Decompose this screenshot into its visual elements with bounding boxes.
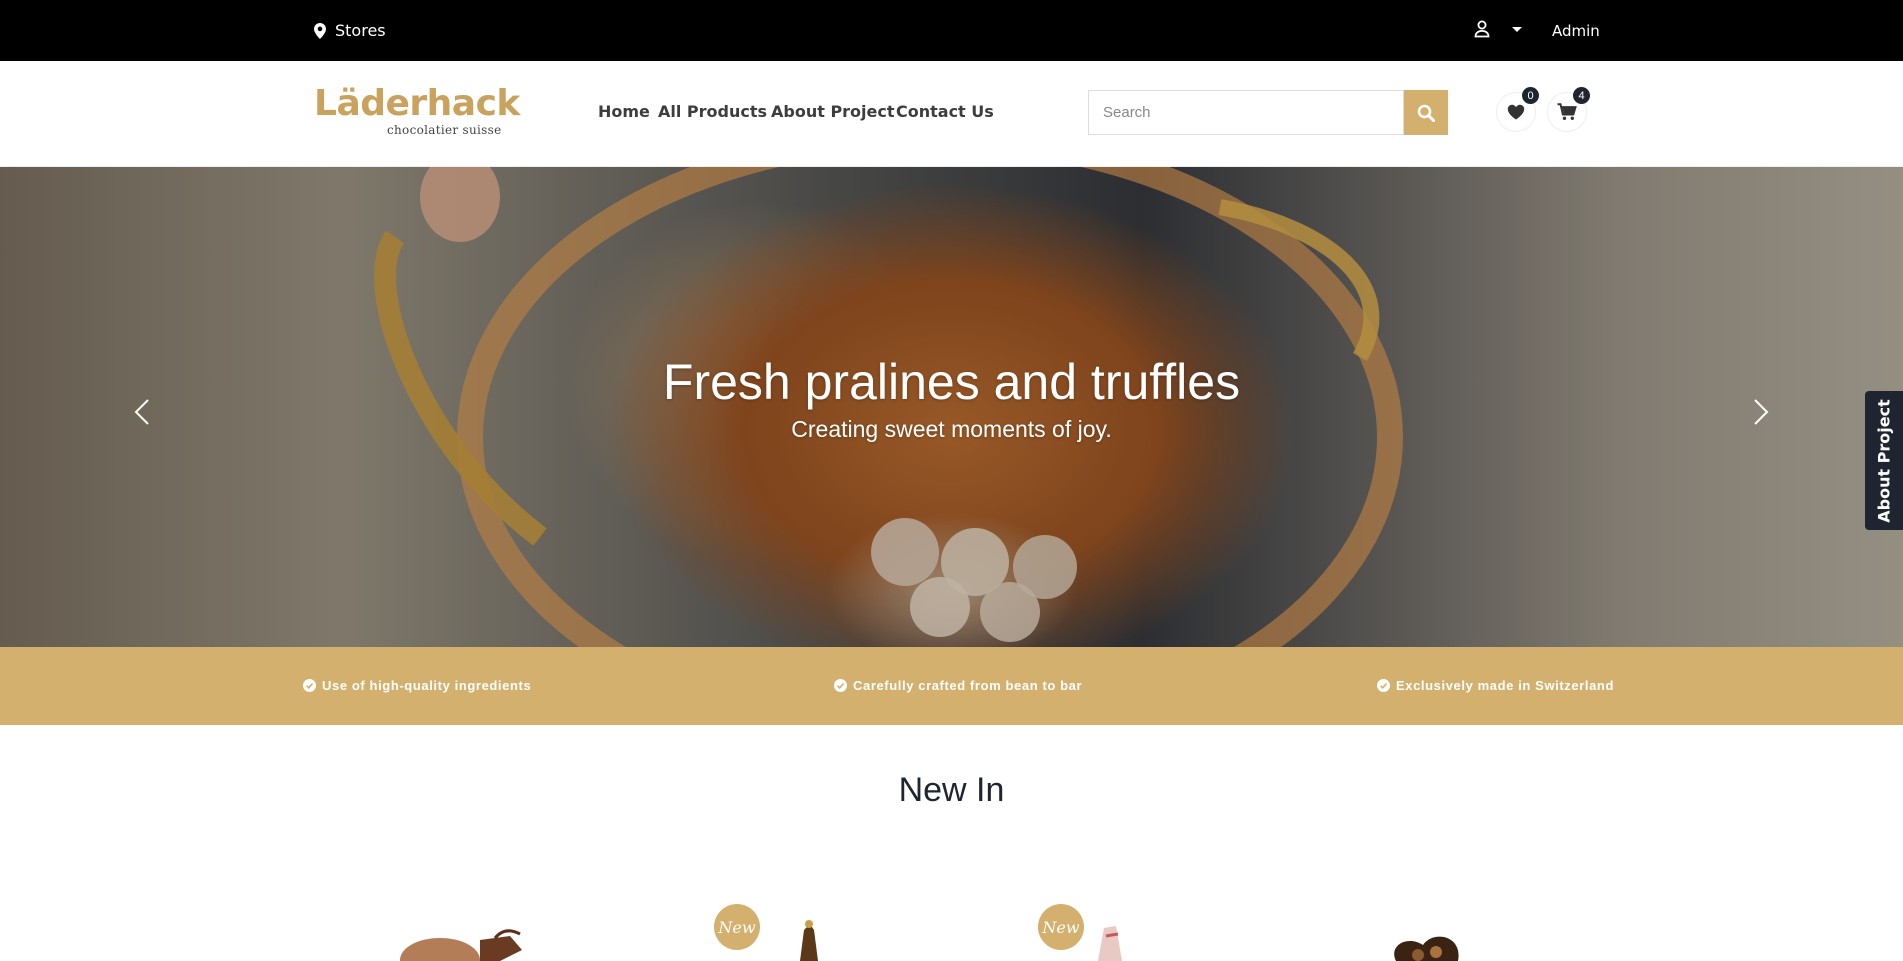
brand-logo[interactable]: Läderhack chocolatier suisse — [314, 83, 520, 138]
feature-label: Use of high-quality ingredients — [322, 678, 532, 693]
feature-item: Exclusively made in Switzerland — [1377, 678, 1614, 693]
wishlist-count-badge: 0 — [1522, 87, 1539, 104]
stores-label: Stores — [335, 21, 386, 40]
product-card[interactable] — [1378, 900, 1578, 961]
hero-subtitle: Creating sweet moments of joy. — [791, 416, 1112, 442]
search-field[interactable] — [1088, 90, 1404, 135]
cart-button[interactable]: 4 — [1547, 87, 1590, 132]
features-band: Use of high-quality ingredients Carefull… — [0, 647, 1903, 725]
logo-wordmark: Läderhack — [314, 83, 520, 124]
side-tab-label: About Project — [1874, 398, 1894, 523]
user-icon[interactable] — [1474, 20, 1490, 38]
wishlist-button[interactable]: 0 — [1496, 87, 1539, 132]
new-badge: New — [714, 904, 760, 950]
new-badge: New — [1038, 904, 1084, 950]
search-icon — [1417, 104, 1435, 122]
top-bar: Stores Admin — [0, 0, 1903, 61]
heart-icon — [1507, 104, 1525, 120]
feature-item: Carefully crafted from bean to bar — [834, 678, 1082, 693]
product-card[interactable] — [390, 900, 590, 961]
cart-icon — [1557, 103, 1577, 120]
search-input[interactable] — [1089, 91, 1403, 134]
main-header: Läderhack chocolatier suisse Home All Pr… — [0, 61, 1903, 167]
nav-all-products[interactable]: All Products — [658, 102, 767, 121]
nav-home[interactable]: Home — [598, 102, 650, 121]
product-image — [1394, 936, 1459, 961]
check-circle-icon — [834, 679, 847, 692]
map-pin-icon — [314, 22, 326, 39]
nav-contact-us[interactable]: Contact Us — [896, 102, 994, 121]
check-circle-icon — [1377, 679, 1390, 692]
nav-about-project[interactable]: About Project — [771, 102, 895, 121]
about-project-side-tab[interactable]: About Project — [1865, 391, 1903, 530]
product-image — [400, 929, 522, 961]
feature-label: Carefully crafted from bean to bar — [853, 678, 1083, 693]
chevron-right-icon[interactable] — [1745, 392, 1775, 432]
user-menu[interactable] — [1474, 20, 1522, 38]
account-name[interactable]: Admin — [1552, 22, 1600, 40]
feature-label: Exclusively made in Switzerland — [1396, 678, 1615, 693]
hero-carousel[interactable]: Fresh pralines and truffles Creating swe… — [0, 167, 1903, 647]
section-title-new-in: New In — [898, 771, 1005, 809]
feature-item: Use of high-quality ingredients — [303, 678, 531, 693]
search-button[interactable] — [1404, 90, 1448, 135]
stores-link[interactable]: Stores — [314, 21, 386, 40]
product-card[interactable]: New — [714, 900, 914, 961]
product-card[interactable]: New — [1038, 900, 1238, 961]
hero-title: Fresh pralines and truffles — [662, 354, 1241, 410]
logo-tagline: chocolatier suisse — [387, 123, 502, 137]
cart-count-badge: 4 — [1573, 87, 1590, 104]
chevron-down-icon[interactable] — [1512, 26, 1522, 32]
chevron-left-icon[interactable] — [128, 392, 158, 432]
check-circle-icon — [303, 679, 316, 692]
